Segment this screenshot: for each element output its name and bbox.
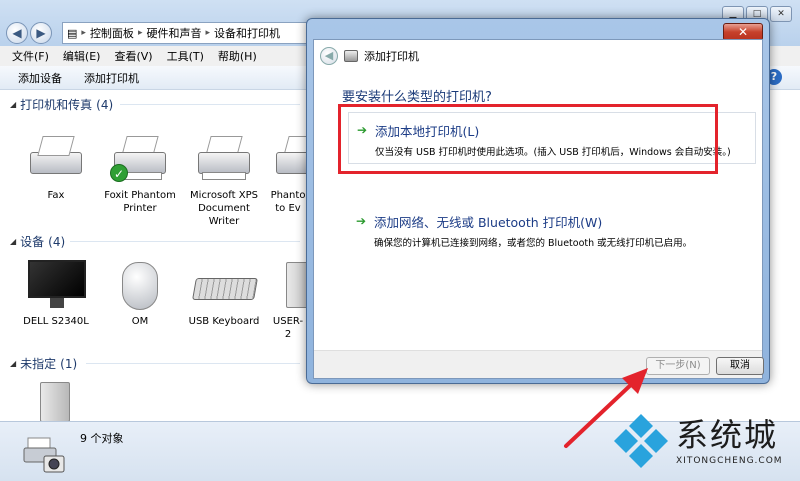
computer-tower-icon	[24, 376, 88, 422]
dialog-question: 要安装什么类型的打印机?	[342, 90, 492, 105]
group-header-unspecified[interactable]: ◢ 未指定 (1)	[10, 355, 77, 372]
option-network-title: 添加网络、无线或 Bluetooth 打印机(W)	[374, 215, 603, 230]
breadcrumb-devices-printers[interactable]: 设备和打印机	[214, 25, 280, 41]
printer-icon	[192, 130, 256, 186]
window-close-button[interactable]: ✕	[770, 6, 792, 22]
device-monitor[interactable]: DELL S2340L	[18, 256, 94, 328]
dialog-content: ◀ 添加打印机 要安装什么类型的打印机? ➔ 添加本地打印机(L) 仅当没有 U…	[313, 39, 764, 379]
device-phantom-printer[interactable]: Phanto to Ev	[270, 130, 306, 215]
watermark-text: 系统城	[676, 416, 779, 454]
menu-view[interactable]: 查看(V)	[114, 48, 152, 64]
divider	[86, 363, 300, 364]
collapse-triangle-icon: ◢	[10, 359, 17, 368]
device-keyboard[interactable]: USB Keyboard	[186, 256, 262, 328]
status-object-count: 9 个对象	[80, 432, 124, 445]
divider	[70, 241, 300, 242]
option-network-desc: 确保您的计算机已连接到网络，或者您的 Bluetooth 或无线打印机已启用。	[374, 238, 693, 249]
default-check-icon: ✓	[110, 164, 128, 182]
collapse-triangle-icon: ◢	[10, 100, 17, 109]
printer-icon: ✓	[108, 130, 172, 186]
fax-icon	[24, 130, 88, 186]
back-button[interactable]: ◀	[6, 22, 28, 44]
divider	[120, 104, 300, 105]
keyboard-icon	[192, 256, 258, 312]
printer-camera-icon	[23, 437, 65, 473]
group-header-devices[interactable]: ◢ 设备 (4)	[10, 233, 65, 250]
device-mouse[interactable]: OM	[102, 256, 178, 328]
computer-tower-icon	[270, 256, 306, 312]
menu-help[interactable]: 帮助(H)	[218, 48, 257, 64]
dialog-back-button[interactable]: ◀	[320, 47, 338, 65]
device-unspecified[interactable]	[18, 376, 94, 422]
device-computer[interactable]: USER-2	[270, 256, 306, 341]
device-fax[interactable]: Fax	[18, 130, 94, 202]
address-folder-icon: ▤	[67, 26, 78, 40]
dialog-title: 添加打印机	[364, 50, 419, 63]
breadcrumb-hardware-sound[interactable]: 硬件和声音	[146, 25, 201, 41]
nav-buttons: ◀ ▶	[6, 22, 52, 44]
forward-button[interactable]: ▶	[30, 22, 52, 44]
add-printer-dialog: ✕ ◀ 添加打印机 要安装什么类型的打印机? ➔ 添加本地打印机(L) 仅当没有…	[306, 18, 770, 384]
watermark-logo-icon	[614, 414, 668, 468]
printer-icon	[344, 50, 358, 62]
breadcrumb-control-panel[interactable]: 控制面板	[90, 25, 134, 41]
highlight-annotation-box	[338, 104, 718, 174]
add-device-button[interactable]: 添加设备	[18, 70, 62, 86]
address-bar[interactable]: ▤ ▸ 控制面板 ▸ 硬件和声音 ▸ 设备和打印机	[62, 22, 312, 44]
option-add-network-printer[interactable]: ➔ 添加网络、无线或 Bluetooth 打印机(W) 确保您的计算机已连接到网…	[348, 204, 756, 250]
green-arrow-icon: ➔	[356, 214, 367, 228]
watermark-subtext: XITONGCHENG.COM	[676, 456, 783, 466]
dialog-footer: 下一步(N) 取消	[314, 350, 764, 378]
menu-file[interactable]: 文件(F)	[12, 48, 49, 64]
group-header-printers[interactable]: ◢ 打印机和传真 (4)	[10, 96, 113, 113]
collapse-triangle-icon: ◢	[10, 237, 17, 246]
monitor-icon	[24, 256, 88, 312]
cancel-button[interactable]: 取消	[716, 357, 764, 375]
watermark: 系统城 XITONGCHENG.COM	[612, 406, 798, 476]
device-xps-writer[interactable]: Microsoft XPS Document Writer	[186, 130, 262, 228]
printer-icon	[270, 130, 306, 186]
dialog-header: ◀ 添加打印机	[314, 40, 762, 72]
menu-tools[interactable]: 工具(T)	[167, 48, 204, 64]
device-foxit-printer[interactable]: ✓ Foxit Phantom Printer	[102, 130, 178, 215]
add-printer-button[interactable]: 添加打印机	[84, 70, 139, 86]
menu-edit[interactable]: 编辑(E)	[63, 48, 101, 64]
mouse-icon	[108, 256, 172, 312]
